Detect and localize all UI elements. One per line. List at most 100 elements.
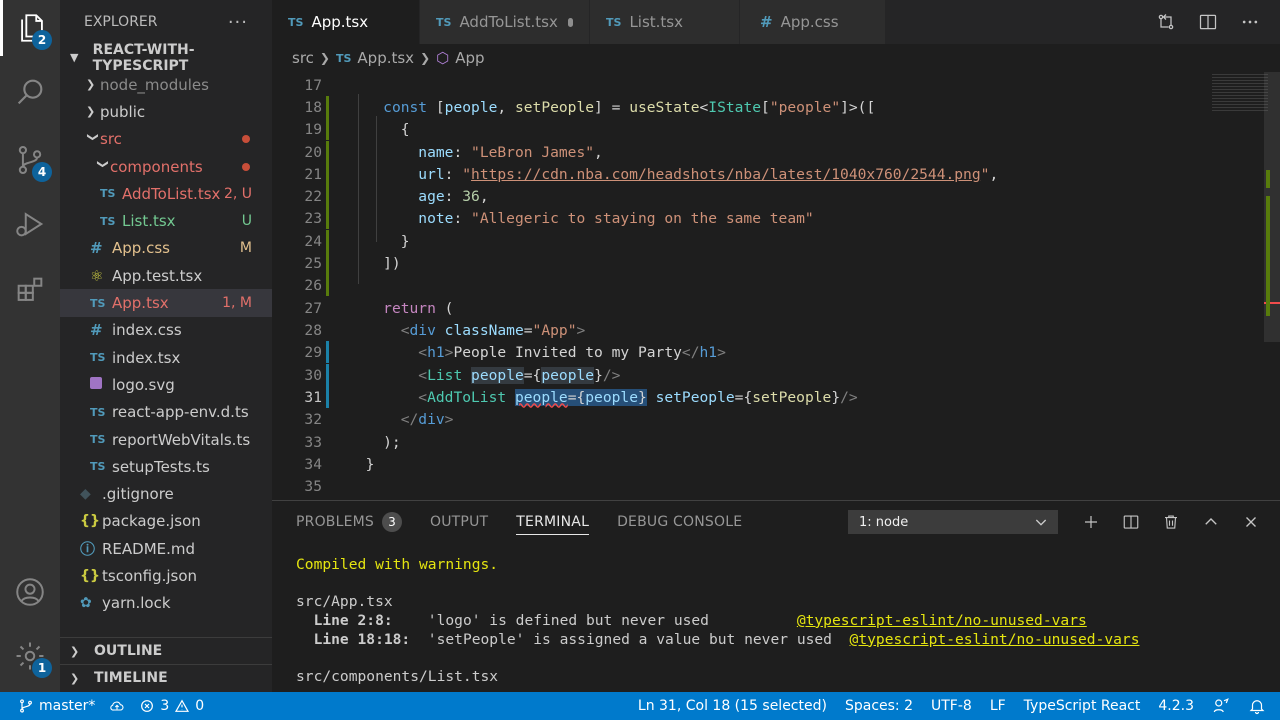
code-editor[interactable]: 17 18 const [people, setPeople] = useSta…	[272, 72, 1280, 500]
explorer-icon[interactable]: 2	[0, 0, 60, 56]
split-editor-icon[interactable]	[1198, 12, 1218, 32]
tree-item-setup-tests[interactable]: TS setupTests.ts	[60, 453, 272, 480]
tab-output[interactable]: OUTPUT	[430, 501, 488, 543]
accounts-icon[interactable]	[0, 564, 60, 620]
code-line: 17	[272, 74, 1202, 96]
typescript-file-icon: TS	[606, 15, 622, 29]
typescript-version[interactable]: 4.2.3	[1158, 698, 1194, 714]
explorer-badge: 2	[32, 30, 52, 50]
tree-item-app-test[interactable]: ⚛ App.test.tsx	[60, 262, 272, 289]
line-number: 24	[304, 232, 322, 250]
chevron-down-icon: ▼	[70, 51, 79, 64]
problems-indicator[interactable]: 3 0	[139, 698, 204, 714]
source-control-icon[interactable]: 4	[0, 132, 60, 188]
cursor-position[interactable]: Ln 31, Col 18 (15 selected)	[638, 698, 827, 714]
typescript-file-icon: TS	[90, 460, 106, 474]
tree-item-index-css[interactable]: # index.css	[60, 317, 272, 344]
project-folder-header[interactable]: ▼ REACT-WITH-TYPESCRIPT	[60, 42, 272, 74]
search-icon[interactable]	[0, 64, 60, 120]
terminal-select-value: 1: node	[859, 514, 909, 530]
tab-problems[interactable]: PROBLEMS 3	[296, 501, 403, 543]
chevron-right-icon: ❯	[86, 105, 96, 119]
tab-addtolist-tsx[interactable]: TS AddToList.tsx	[420, 0, 590, 44]
tree-item-components[interactable]: ❯ components	[60, 153, 272, 180]
tab-label: OUTPUT	[430, 514, 489, 530]
close-icon[interactable]	[1242, 513, 1260, 531]
tree-item-yarn-lock[interactable]: ✿ yarn.lock	[60, 590, 272, 617]
unsaved-dot-icon[interactable]	[567, 17, 573, 27]
line-number: 18	[304, 98, 322, 116]
code-line: 24 }	[272, 230, 1202, 253]
tree-item-addtolist[interactable]: TS AddToList.tsx 2, U	[60, 180, 272, 207]
terminal-line: Line 18:18: 'setPeople' is assigned a va…	[296, 630, 1140, 648]
extensions-icon[interactable]	[0, 262, 60, 318]
tree-item-label: AddToList.tsx	[122, 184, 221, 203]
tab-terminal[interactable]: TERMINAL	[516, 501, 589, 543]
chevron-up-icon[interactable]	[1202, 513, 1220, 531]
terminal-select[interactable]: 1: node	[848, 510, 1058, 534]
tree-item-src[interactable]: ❯ src	[60, 126, 272, 153]
tree-item-tsconfig[interactable]: {} tsconfig.json	[60, 562, 272, 589]
svg-file-icon	[90, 377, 112, 392]
compare-changes-icon[interactable]	[1156, 12, 1176, 32]
lint-rule-link[interactable]: @typescript-eslint/no-unused-vars	[797, 612, 1087, 629]
url-link[interactable]: https://cdn.nba.com/headshots/nba/latest…	[471, 166, 981, 183]
breadcrumb-file[interactable]: App.tsx	[357, 49, 414, 67]
typescript-file-icon: TS	[436, 15, 452, 29]
indentation[interactable]: Spaces: 2	[845, 698, 913, 714]
tree-item-label: App.tsx	[112, 294, 169, 313]
more-actions-icon[interactable]: ···	[228, 12, 248, 33]
tree-item-index-tsx[interactable]: TS index.tsx	[60, 344, 272, 371]
problems-count-badge: 3	[382, 512, 403, 532]
trash-icon[interactable]	[1162, 513, 1180, 531]
tree-item-logo-svg[interactable]: logo.svg	[60, 371, 272, 398]
tree-item-app-tsx[interactable]: TS App.tsx 1, M	[60, 289, 272, 317]
tree-item-public[interactable]: ❯ public	[60, 98, 272, 125]
typescript-file-icon: TS	[90, 351, 106, 365]
code-line: 30 <List people={people}/>	[272, 364, 1202, 387]
branch-indicator[interactable]: master*	[18, 698, 95, 714]
tree-item-label: react-app-env.d.ts	[112, 403, 249, 422]
settings-gear-icon[interactable]: 1	[0, 628, 60, 684]
terminal-output[interactable]: Compiled with warnings. src/App.tsx Line…	[296, 555, 1140, 686]
tree-item-package-json[interactable]: {} package.json	[60, 508, 272, 535]
feedback-icon[interactable]	[1212, 697, 1230, 715]
tree-item-label: README.md	[102, 539, 196, 558]
tree-item-report-web-vitals[interactable]: TS reportWebVitals.ts	[60, 426, 272, 453]
tree-item-readme[interactable]: ⓘ README.md	[60, 535, 272, 562]
tree-item-app-css[interactable]: # App.css M	[60, 235, 272, 262]
sync-button[interactable]	[109, 698, 125, 714]
tab-app-css[interactable]: # App.css	[740, 0, 886, 44]
notifications-bell-icon[interactable]	[1248, 697, 1266, 715]
chevron-right-icon: ❯	[70, 671, 80, 685]
error-count: 3	[160, 698, 170, 714]
tab-app-tsx[interactable]: TS App.tsx	[272, 0, 420, 44]
tree-item-node-modules[interactable]: ❯ node_modules	[60, 71, 272, 98]
minimap[interactable]	[1204, 72, 1280, 500]
tab-list-tsx[interactable]: TS List.tsx	[590, 0, 740, 44]
terminal-line: Line 2:8: 'logo' is defined but never us…	[296, 611, 1087, 629]
breadcrumb: src ❯ TS App.tsx ❯ ⬡ App	[272, 44, 1280, 72]
lint-rule-link[interactable]: @typescript-eslint/no-unused-vars	[850, 631, 1140, 648]
split-terminal-icon[interactable]	[1122, 513, 1140, 531]
line-number: 28	[304, 321, 322, 339]
outline-section[interactable]: ❯ OUTLINE	[60, 637, 272, 664]
tree-item-gitignore[interactable]: ◆ .gitignore	[60, 480, 272, 507]
tree-item-react-app-env[interactable]: TS react-app-env.d.ts	[60, 399, 272, 426]
line-number: 31	[304, 388, 322, 406]
add-terminal-icon[interactable]	[1082, 513, 1100, 531]
more-actions-icon[interactable]	[1240, 12, 1260, 32]
breadcrumb-folder[interactable]: src	[292, 49, 314, 67]
encoding[interactable]: UTF-8	[931, 698, 972, 714]
tree-item-label: logo.svg	[112, 375, 175, 394]
end-of-line[interactable]: LF	[990, 698, 1006, 714]
tree-item-list[interactable]: TS List.tsx U	[60, 207, 272, 234]
typescript-file-icon: TS	[90, 433, 106, 446]
language-mode[interactable]: TypeScript React	[1024, 698, 1141, 714]
line-number: 27	[304, 299, 322, 317]
run-debug-icon[interactable]	[0, 196, 60, 252]
tab-debug-console[interactable]: DEBUG CONSOLE	[617, 501, 742, 543]
tree-item-label: src	[100, 130, 122, 149]
breadcrumb-symbol[interactable]: App	[455, 49, 484, 67]
timeline-section[interactable]: ❯ TIMELINE	[60, 664, 272, 691]
